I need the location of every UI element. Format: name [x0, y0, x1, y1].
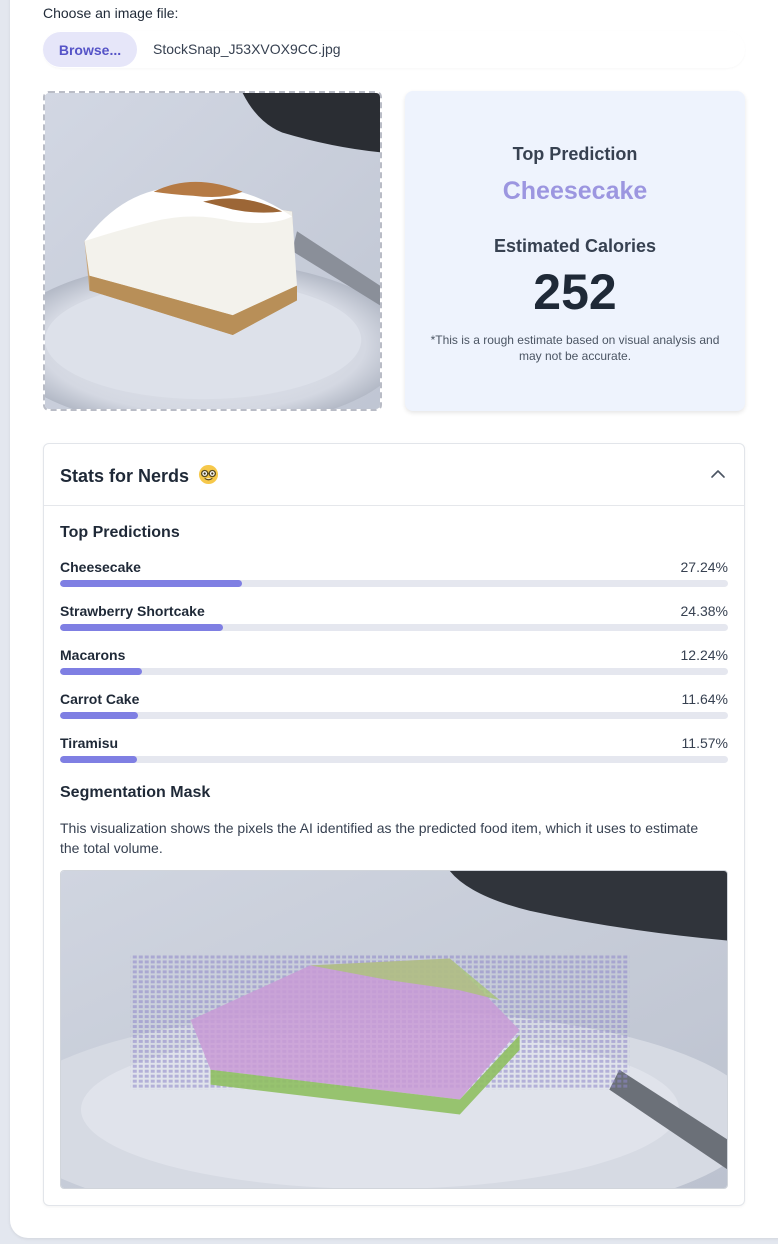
segmentation-description: This visualization shows the pixels the … [60, 820, 699, 856]
prediction-bar-track [60, 580, 728, 587]
prediction-label: Cheesecake [60, 559, 141, 575]
prediction-percent: 12.24% [680, 647, 728, 663]
calories-heading: Estimated Calories [493, 236, 657, 256]
prediction-percent: 11.57% [681, 735, 728, 751]
cheesecake-photo [45, 93, 380, 409]
uploaded-image-preview [43, 91, 382, 411]
prediction-bar-fill [60, 624, 223, 631]
prediction-bar-fill [60, 668, 142, 675]
top-prediction-heading: Top Prediction [512, 144, 638, 164]
browse-button[interactable]: Browse... [43, 32, 137, 67]
stats-title-text: Stats for Nerds [60, 466, 190, 486]
prediction-bar-track [60, 624, 728, 631]
prediction-label: Carrot Cake [60, 691, 140, 707]
prediction-bar-track [60, 712, 728, 719]
prediction-row: Strawberry Shortcake 24.38% [60, 603, 728, 643]
calories-disclaimer: *This is a rough estimate based on visua… [430, 333, 720, 363]
prediction-bar-track [60, 668, 728, 675]
segmentation-mask-image [60, 870, 728, 1189]
stats-toggle[interactable]: Stats for Nerds [44, 444, 744, 506]
prediction-label: Tiramisu [60, 735, 119, 751]
calories-value: 252 [533, 264, 617, 320]
prediction-bar-fill [60, 580, 242, 587]
selected-file-name: StockSnap_J53XVOX9CC.jpg [153, 41, 341, 57]
prediction-percent: 27.24% [680, 559, 728, 575]
prediction-row: Carrot Cake 11.64% [60, 691, 728, 731]
prediction-row: Tiramisu 11.57% [60, 735, 728, 775]
segmentation-heading: Segmentation Mask [60, 784, 211, 801]
file-input[interactable]: Browse... StockSnap_J53XVOX9CC.jpg [43, 31, 745, 68]
top-prediction-name: Cheesecake [502, 177, 648, 205]
stats-title: Stats for Nerds [60, 464, 219, 487]
prediction-label: Strawberry Shortcake [60, 603, 205, 619]
nerd-face-icon [199, 464, 219, 485]
prediction-row: Cheesecake 27.24% [60, 559, 728, 599]
prediction-bar-fill [60, 756, 138, 763]
segmentation-overlay [61, 871, 727, 1188]
prediction-bar-track [60, 756, 728, 763]
prediction-bar-fill [60, 712, 138, 719]
file-input-label: Choose an image file: [43, 5, 179, 21]
prediction-percent: 24.38% [680, 603, 728, 619]
prediction-row: Macarons 12.24% [60, 647, 728, 687]
top-predictions-heading: Top Predictions [60, 524, 180, 541]
prediction-label: Macarons [60, 647, 126, 663]
prediction-percent: 11.64% [681, 691, 728, 707]
stats-panel: Stats for Nerds Top Predictions Cheeseca… [43, 443, 745, 1206]
prediction-card: Top Prediction Cheesecake Estimated Calo… [405, 91, 745, 411]
chevron-up-icon[interactable] [710, 466, 726, 482]
